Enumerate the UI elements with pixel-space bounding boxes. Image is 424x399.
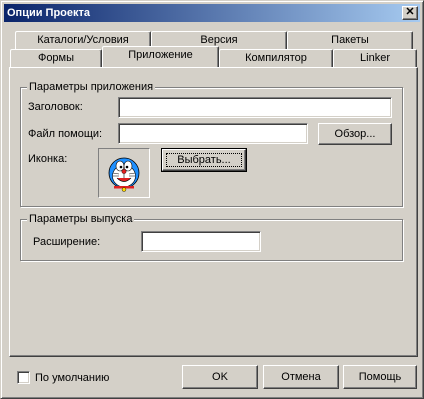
help-file-label: Файл помощи: <box>28 128 103 140</box>
choose-icon-button-label: Выбрать... <box>177 154 231 166</box>
tab-application[interactable]: Приложение <box>102 46 219 67</box>
ok-button-label: OK <box>212 371 228 383</box>
title-bar[interactable]: Опции Проекта ✕ <box>4 4 420 22</box>
group-app-params-title: Параметры приложения <box>27 80 156 94</box>
tab-version-label: Версия <box>200 34 238 46</box>
title-input[interactable] <box>118 97 392 118</box>
tab-linker-label: Linker <box>360 52 390 64</box>
extension-input[interactable] <box>141 231 261 252</box>
tab-packages-label: Пакеты <box>331 34 369 46</box>
tab-forms[interactable]: Формы <box>10 49 102 67</box>
default-checkbox[interactable] <box>17 371 30 384</box>
close-button[interactable]: ✕ <box>402 6 418 20</box>
tab-catalogs-label: Каталоги/Условия <box>37 34 129 46</box>
tab-application-label: Приложение <box>128 49 193 61</box>
title-label: Заголовок: <box>28 101 83 113</box>
help-button[interactable]: Помощь <box>343 365 417 389</box>
tab-linker[interactable]: Linker <box>333 49 417 67</box>
help-file-input[interactable] <box>118 123 308 144</box>
group-output-params-title: Параметры выпуска <box>27 212 135 226</box>
default-checkbox-label: По умолчанию <box>35 372 110 384</box>
window-title: Опции Проекта <box>7 7 91 19</box>
browse-button[interactable]: Обзор... <box>318 123 392 145</box>
tab-compiler-label: Компилятор <box>245 52 307 64</box>
extension-label: Расширение: <box>33 236 101 248</box>
icon-preview <box>98 148 150 198</box>
tab-compiler[interactable]: Компилятор <box>219 49 333 67</box>
help-button-label: Помощь <box>358 371 402 383</box>
cancel-button-label: Отмена <box>281 371 321 383</box>
doraemon-icon <box>108 157 140 192</box>
close-icon: ✕ <box>405 6 415 18</box>
browse-button-label: Обзор... <box>334 128 376 140</box>
icon-label: Иконка: <box>28 153 68 165</box>
choose-icon-button[interactable]: Выбрать... <box>161 148 247 172</box>
cancel-button[interactable]: Отмена <box>263 365 339 389</box>
tab-forms-label: Формы <box>37 52 75 64</box>
ok-button[interactable]: OK <box>182 365 258 389</box>
project-options-dialog: Опции Проекта ✕ Каталоги/Условия Версия … <box>0 0 424 399</box>
tab-packages[interactable]: Пакеты <box>287 31 413 49</box>
